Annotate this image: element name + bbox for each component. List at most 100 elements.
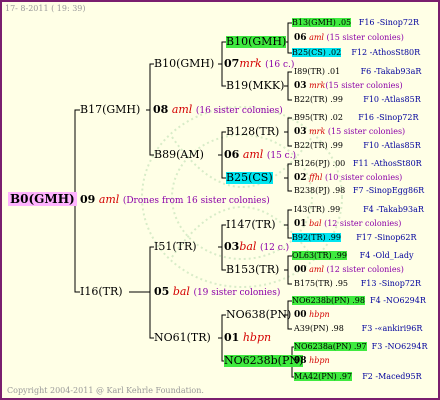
- leaf-row: MA42(PN) .97 F2 -Maced95R: [294, 372, 422, 382]
- gen3-c2-queen[interactable]: B153(TR): [226, 264, 279, 276]
- leaf-code[interactable]: F7 -SinopEgg86R: [353, 186, 424, 195]
- leaf-name[interactable]: B95(TR) .02: [294, 113, 343, 122]
- gen1-top-queen[interactable]: B17(GMH): [80, 104, 140, 116]
- footer-copyright: Copyright 2004-2011 @ Karl Kehrle Founda…: [7, 386, 204, 395]
- leaf-row: B22(TR) .99 F10 -Atlas85R: [294, 95, 421, 105]
- leaf-mark: aml: [309, 33, 324, 42]
- gen1-top-info: 08 aml (16 sister colonies): [153, 104, 283, 117]
- leaf-name[interactable]: B22(TR) .99: [294, 141, 343, 150]
- leaf-name[interactable]: B126(PJ) .00: [294, 159, 345, 168]
- leaf-mark: mrk: [309, 81, 326, 90]
- gen3-d1-queen[interactable]: NO638(PN): [226, 309, 291, 321]
- gen3-a1-queen[interactable]: B10(GMH): [226, 36, 287, 48]
- leaf-code[interactable]: F10 -Atlas85R: [363, 141, 420, 150]
- leaf-name[interactable]: B13(GMH) .05: [292, 18, 352, 27]
- leaf-name[interactable]: NO6238b(PN) .98: [292, 296, 365, 305]
- leaf-name[interactable]: I89(TR) .01: [294, 67, 340, 76]
- leaf-code[interactable]: F13 -Sinop72R: [361, 279, 421, 288]
- gen2-c-queen[interactable]: I51(TR): [154, 241, 197, 253]
- leaf-year: 02: [294, 173, 307, 183]
- leaf-year: 00: [294, 310, 307, 320]
- gen1-bottom-year: 05: [154, 285, 170, 298]
- leaf-mark: hbpn: [309, 356, 330, 365]
- gen2-d-year: 01: [224, 331, 240, 344]
- gen3-b2-queen[interactable]: B25(CS): [226, 172, 273, 184]
- leaf-code[interactable]: F3 -«ankiri96R: [362, 324, 423, 333]
- leaf-row: B13(GMH) .05 F16 -Sinop72R: [292, 18, 419, 28]
- leaf-info: 98 hbpn: [294, 356, 330, 367]
- gen2-a-note: (16 c.): [265, 60, 295, 70]
- gen2-d-queen[interactable]: NO61(TR): [154, 332, 211, 344]
- leaf-row: B92(TR) .99 F17 -Sinop62R: [292, 233, 417, 243]
- leaf-mark: aml: [309, 265, 324, 274]
- leaf-name[interactable]: A39(PN) .98: [294, 324, 344, 333]
- leaf-mark: ffhl: [309, 173, 323, 182]
- leaf-code[interactable]: F16 -Sinop72R: [359, 18, 419, 27]
- gen2-b-queen[interactable]: B89(AM): [154, 149, 204, 161]
- leaf-code[interactable]: F10 -Atlas85R: [363, 95, 420, 104]
- leaf-row: B175(TR) .95 F13 -Sinop72R: [294, 279, 421, 289]
- leaf-year: 03: [294, 127, 307, 137]
- pedigree-frame: 17- 8-2011 ( 19: 39) B0(GMH) 09 aml (Dro…: [0, 0, 440, 400]
- leaf-name[interactable]: OL63(TR) .99: [292, 251, 347, 260]
- gen2-a-year: 07: [224, 57, 240, 70]
- gen2-d-info: 01 hbpn: [224, 332, 271, 344]
- leaf-note: (15 sister colonies): [327, 127, 406, 136]
- leaf-note: (12 sister colonies): [326, 265, 404, 274]
- gen1-bottom-queen[interactable]: I16(TR): [80, 286, 123, 298]
- leaf-code[interactable]: F12 -AthosSt80R: [351, 48, 420, 57]
- leaf-code[interactable]: F11 -AthosSt80R: [353, 159, 422, 168]
- leaf-code[interactable]: F16 -Sinop72R: [358, 113, 418, 122]
- root-queen[interactable]: B0(GMH): [8, 192, 77, 206]
- leaf-name[interactable]: MA42(PN) .97: [294, 372, 353, 381]
- gen1-bottom-mark: bal: [172, 285, 190, 298]
- gen3-c1-queen[interactable]: I147(TR): [226, 219, 276, 231]
- leaf-year: 01: [294, 219, 307, 229]
- leaf-mark: mrk: [309, 127, 326, 136]
- gen2-b-info: 06 aml (15 c.): [224, 149, 296, 162]
- leaf-code[interactable]: F6 -Takab93aR: [361, 67, 422, 76]
- leaf-row: NO6238a(PN) .97 F3 -NO6294R: [294, 342, 428, 352]
- gen3-a2-queen[interactable]: B19(MKK): [226, 80, 284, 92]
- leaf-name[interactable]: NO6238a(PN) .97: [294, 342, 367, 351]
- leaf-name[interactable]: B92(TR) .99: [292, 233, 341, 242]
- leaf-year: 00: [294, 265, 307, 275]
- leaf-info: 01 bal (12 sister colonies): [294, 219, 401, 230]
- leaf-row: B25(CS) .02 F12 -AthosSt80R: [292, 48, 420, 58]
- leaf-name[interactable]: B22(TR) .99: [294, 95, 343, 104]
- leaf-name[interactable]: I43(TR) .99: [294, 205, 340, 214]
- root-note: (Drones from 16 sister colonies): [122, 196, 270, 206]
- leaf-code[interactable]: F4 -Takab93aR: [363, 205, 424, 214]
- leaf-year: 03: [294, 81, 307, 91]
- leaf-mark: hbpn: [309, 310, 330, 319]
- leaf-info: 03 mrk(15 sister colonies): [294, 81, 403, 92]
- leaf-info: 03 mrk (15 sister colonies): [294, 127, 405, 138]
- leaf-code[interactable]: F4 -Old_Lady: [360, 251, 414, 260]
- leaf-info: 00 hbpn: [294, 310, 330, 321]
- leaf-row: B95(TR) .02 F16 -Sinop72R: [294, 113, 419, 123]
- leaf-row: I43(TR) .99 F4 -Takab93aR: [294, 205, 424, 215]
- leaf-year: 06: [294, 33, 307, 43]
- leaf-code[interactable]: F17 -Sinop62R: [356, 233, 416, 242]
- gen2-a-queen[interactable]: B10(GMH): [154, 58, 214, 70]
- leaf-note: (12 sister colonies): [324, 219, 402, 228]
- leaf-note: (10 sister colonies): [325, 173, 403, 182]
- gen2-b-year: 06: [224, 148, 240, 161]
- leaf-code[interactable]: F4 -NO6294R: [370, 296, 426, 305]
- leaf-name[interactable]: B25(CS) .02: [292, 48, 342, 57]
- gen3-d2-queen[interactable]: NO6238b(PN): [224, 355, 304, 367]
- gen1-top-note: (16 sister colonies): [195, 106, 283, 116]
- leaf-code[interactable]: F2 -Maced95R: [362, 372, 421, 381]
- leaf-name[interactable]: B175(TR) .95: [294, 279, 348, 288]
- gen2-b-mark: aml: [242, 148, 264, 161]
- leaf-year: 98: [294, 356, 307, 366]
- leaf-code[interactable]: F3 -NO6294R: [372, 342, 428, 351]
- leaf-name[interactable]: B238(PJ) .98: [294, 186, 345, 195]
- gen3-b1-queen[interactable]: B128(TR): [226, 126, 279, 138]
- gen1-top-mark: aml: [171, 103, 193, 116]
- gen2-c-note: (12 c.): [259, 243, 290, 253]
- gen2-c-info: 03bal (12 c.): [224, 241, 289, 254]
- gen2-c-year: 03: [224, 240, 240, 253]
- gen1-bottom-note: (19 sister colonies): [193, 288, 281, 298]
- leaf-row: A39(PN) .98 F3 -«ankiri96R: [294, 324, 422, 334]
